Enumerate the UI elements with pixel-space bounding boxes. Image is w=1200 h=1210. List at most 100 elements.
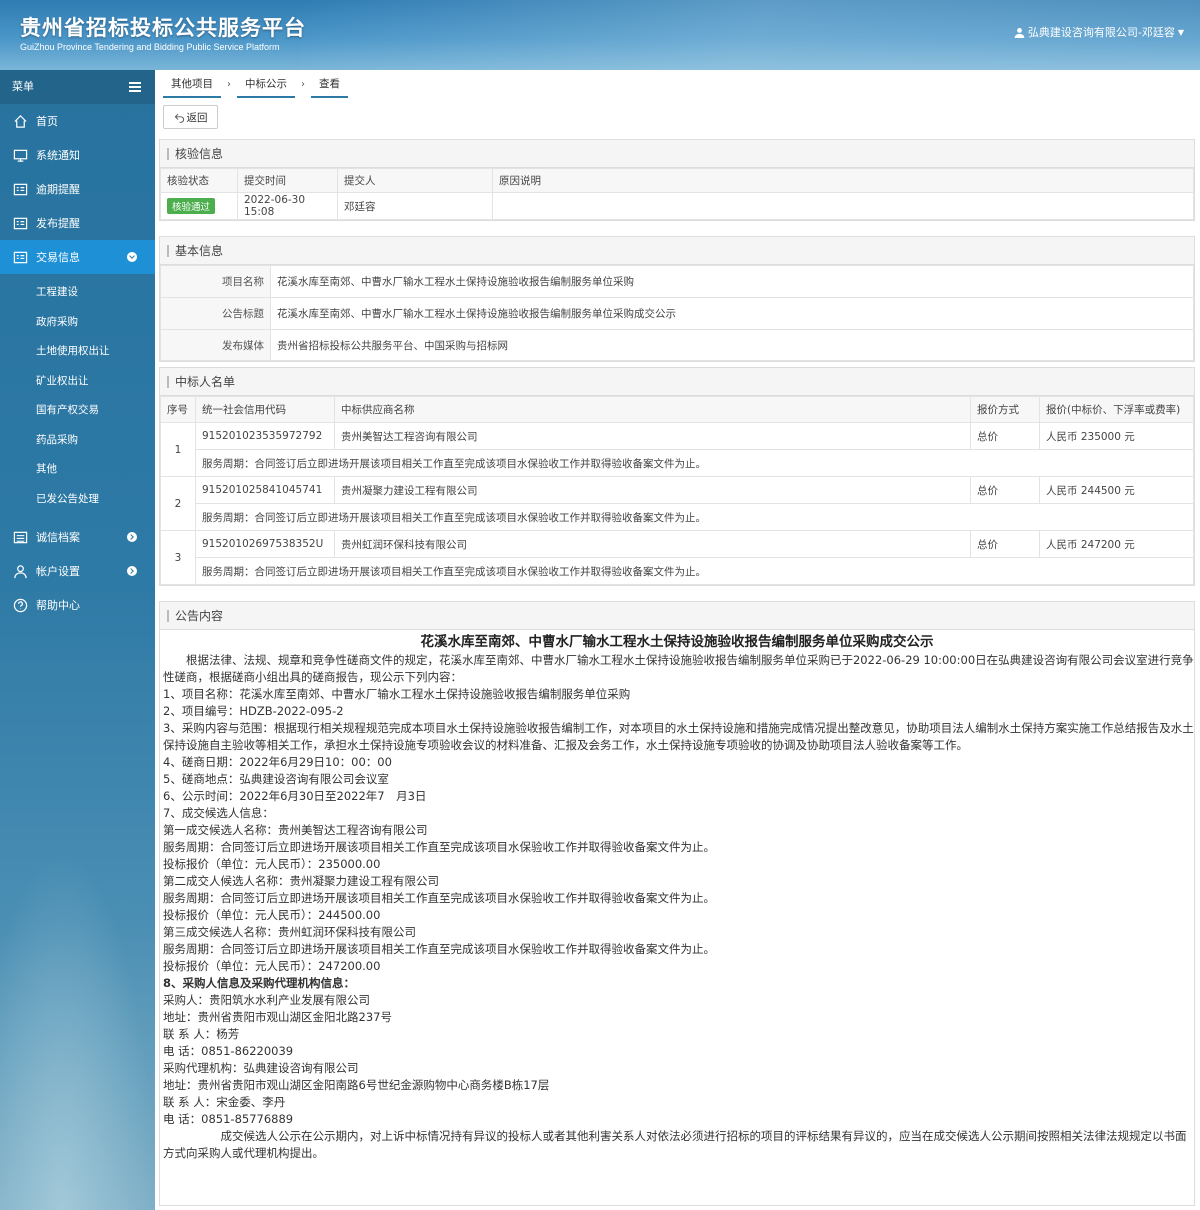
table-row: 服务周期：合同签订后立即进场开展该项目相关工作直至完成该项目水保验收工作并取得验…: [161, 557, 1194, 585]
price-mode: 总价: [970, 476, 1040, 504]
list-icon: [12, 249, 28, 265]
sidebar-item-help[interactable]: 帮助中心: [0, 588, 155, 622]
notice-lines: 根据法律、法规、规章和竞争性磋商文件的规定，花溪水库至南郊、中曹水厂输水工程水土…: [160, 652, 1194, 1162]
field-value: 花溪水库至南郊、中曹水厂输水工程水土保持设施验收报告编制服务单位采购: [270, 265, 1194, 298]
sidebar-item-label: 逾期提醒: [36, 183, 80, 196]
credit-code: 915201023535972792: [195, 422, 335, 450]
notice-line: 投标报价（单位：元人民币）：235000.00: [163, 857, 381, 871]
notice-panel: 公告内容 花溪水库至南郊、中曹水厂输水工程水土保持设施验收报告编制服务单位采购成…: [159, 601, 1195, 1206]
hamburger-icon[interactable]: [129, 82, 141, 92]
table-row: 服务周期：合同签订后立即进场开展该项目相关工作直至完成该项目水保验收工作并取得验…: [161, 449, 1194, 477]
list-icon: [12, 215, 28, 231]
home-icon: [12, 113, 28, 129]
list-icon: [12, 529, 28, 545]
price: 人民币 235000 元: [1039, 422, 1194, 450]
reason: [492, 192, 1194, 220]
sidebar-item-label: 交易信息: [36, 251, 80, 264]
notice-line: 第一成交候选人名称：贵州美智达工程咨询有限公司: [163, 823, 428, 837]
notice-line: 根据法律、法规、规章和竞争性磋商文件的规定，花溪水库至南郊、中曹水厂输水工程水土…: [163, 653, 1194, 684]
notice-line: 8、采购人信息及采购代理机构信息：: [163, 976, 355, 990]
platform-title: 贵州省招标投标公共服务平台: [20, 16, 306, 40]
platform-subtitle: GuiZhou Province Tendering and Bidding P…: [20, 42, 280, 52]
notice-line: 4、磋商日期：2022年6月29日10：00：00: [163, 755, 392, 769]
panel-title: 核验信息: [160, 140, 1194, 168]
price-mode: 总价: [970, 422, 1040, 450]
caret-down-icon: ▼: [1177, 27, 1184, 37]
sidebar-item-label: 诚信档案: [36, 531, 80, 544]
back-button[interactable]: 返回: [163, 105, 218, 129]
list-icon: [12, 181, 28, 197]
sidebar-subitem-land[interactable]: 土地使用权出让: [0, 337, 155, 367]
notice-line: 第二成交人候选人名称：贵州凝聚力建设工程有限公司: [163, 874, 439, 888]
user-menu[interactable]: 弘典建设咨询有限公司-邓廷容 ▼: [1014, 24, 1184, 40]
notice-line: 第三成交候选人名称：贵州虹润环保科技有限公司: [163, 925, 416, 939]
winners-table: 序号 统一社会信用代码 中标供应商名称 报价方式 报价(中标价、下浮率或费率) …: [160, 396, 1194, 585]
column-header: 原因说明: [492, 168, 1194, 193]
sidebar-subitem-medicine[interactable]: 药品采购: [0, 426, 155, 456]
notice-line: 电 话：0851-86220039: [163, 1044, 294, 1058]
notice-line: 服务周期：合同签订后立即进场开展该项目相关工作直至完成该项目水保验收工作并取得验…: [163, 942, 715, 956]
credit-code: 91520102697538352U: [195, 530, 335, 558]
column-header: 报价方式: [970, 396, 1040, 423]
breadcrumb-item[interactable]: 其他项目: [163, 70, 221, 98]
service-period: 服务周期：合同签订后立即进场开展该项目相关工作直至完成该项目水保验收工作并取得验…: [195, 449, 1194, 477]
notice-line: 1、项目名称：花溪水库至南郊、中曹水厂输水工程水土保持设施验收报告编制服务单位采…: [163, 687, 631, 701]
notice-line: 3、采购内容与范围：根据现行相关规程规范完成本项目水土保持设施验收报告编制工作，…: [163, 721, 1194, 752]
chevron-right-icon: ›: [301, 78, 305, 90]
submit-time: 2022-06-30 15:08: [237, 192, 338, 220]
chevron-right-icon: [127, 566, 137, 576]
column-header: 中标供应商名称: [334, 396, 971, 423]
sidebar-subitem-construction[interactable]: 工程建设: [0, 278, 155, 308]
sidebar-item-account[interactable]: 帐户设置: [0, 554, 155, 588]
notice-line: 2、项目编号：HDZB-2022-095-2: [163, 704, 344, 718]
sidebar-subitem-published[interactable]: 已发公告处理: [0, 485, 155, 515]
price: 人民币 244500 元: [1039, 476, 1194, 504]
price-mode: 总价: [970, 530, 1040, 558]
user-icon: [1014, 27, 1025, 38]
sidebar-submenu: 工程建设 政府采购 土地使用权出让 矿业权出让 国有产权交易 药品采购 其他 已…: [0, 274, 155, 520]
notice-line: 7、成交候选人信息：: [163, 806, 274, 820]
sidebar-item-notice[interactable]: 系统通知: [0, 138, 155, 172]
sidebar-item-home[interactable]: 首页: [0, 104, 155, 138]
sidebar-item-overdue[interactable]: 逾期提醒: [0, 172, 155, 206]
column-header: 核验状态: [160, 168, 238, 193]
breadcrumb-item-current: 查看: [311, 70, 348, 98]
sidebar-item-label: 首页: [36, 115, 58, 128]
notice-line: 投标报价（单位：元人民币）：247200.00: [163, 959, 381, 973]
sidebar-subitem-mining[interactable]: 矿业权出让: [0, 367, 155, 397]
sidebar-subitem-state-assets[interactable]: 国有产权交易: [0, 396, 155, 426]
service-period: 服务周期：合同签订后立即进场开展该项目相关工作直至完成该项目水保验收工作并取得验…: [195, 503, 1194, 531]
sidebar-subitem-gov-procurement[interactable]: 政府采购: [0, 308, 155, 338]
notice-line: 5、磋商地点：弘典建设咨询有限公司会议室: [163, 772, 389, 786]
sidebar-item-label: 帮助中心: [36, 599, 80, 612]
sidebar-item-label: 系统通知: [36, 149, 80, 162]
user-icon: [12, 563, 28, 579]
table-row: 服务周期：合同签订后立即进场开展该项目相关工作直至完成该项目水保验收工作并取得验…: [161, 503, 1194, 531]
back-icon: [174, 113, 184, 123]
panel-title: 公告内容: [160, 602, 1194, 630]
sidebar-item-credit[interactable]: 诚信档案: [0, 520, 155, 554]
sidebar-item-publish[interactable]: 发布提醒: [0, 206, 155, 240]
chevron-right-icon: ›: [227, 78, 231, 90]
price: 人民币 247200 元: [1039, 530, 1194, 558]
breadcrumb-item[interactable]: 中标公示: [237, 70, 295, 98]
row-number: 3: [160, 530, 196, 585]
media-value: 贵州省招标投标公共服务平台、中国采购与招标网: [270, 329, 1194, 361]
notice-line: 成交候选人公示在公示期内，对上诉中标情况持有异议的投标人或者其他利害关系人对依法…: [163, 1129, 1187, 1160]
row-number: 1: [160, 422, 196, 477]
verify-panel: 核验信息 核验状态 提交时间 提交人 原因说明 核验通过 2022-06-30 …: [159, 139, 1195, 221]
main-content: 其他项目 › 中标公示 › 查看 返回 核验信息 核验状态 提交时间 提交人 原…: [155, 70, 1200, 1210]
notice-line: 地址：贵州省贵阳市观山湖区金阳南路6号世纪金源购物中心商务楼B栋17层: [163, 1078, 550, 1092]
panel-title: 基本信息: [160, 237, 1194, 265]
notice-line: 投标报价（单位：元人民币）：244500.00: [163, 908, 381, 922]
notice-line: 采购人：贵阳筑水水利产业发展有限公司: [163, 993, 370, 1007]
sidebar-item-trade[interactable]: 交易信息: [0, 240, 155, 274]
notice-line: 服务周期：合同签订后立即进场开展该项目相关工作直至完成该项目水保验收工作并取得验…: [163, 891, 715, 905]
sidebar: 菜单 首页 系统通知 逾期提醒 发布提醒 交易信息 工程建设 政府采购 土地使用…: [0, 70, 155, 1210]
notice-line: 地址：贵州省贵阳市观山湖区金阳北路237号: [163, 1010, 392, 1024]
verify-table: 核验状态 提交时间 提交人 原因说明 核验通过 2022-06-30 15:08…: [160, 168, 1194, 220]
table-row: 2 915201025841045741 贵州凝聚力建设工程有限公司 总价 人民…: [160, 476, 1194, 531]
sidebar-subitem-other[interactable]: 其他: [0, 455, 155, 485]
notice-line: 联 系 人：宋金委、李丹: [163, 1095, 286, 1109]
sidebar-item-label: 帐户设置: [36, 565, 80, 578]
